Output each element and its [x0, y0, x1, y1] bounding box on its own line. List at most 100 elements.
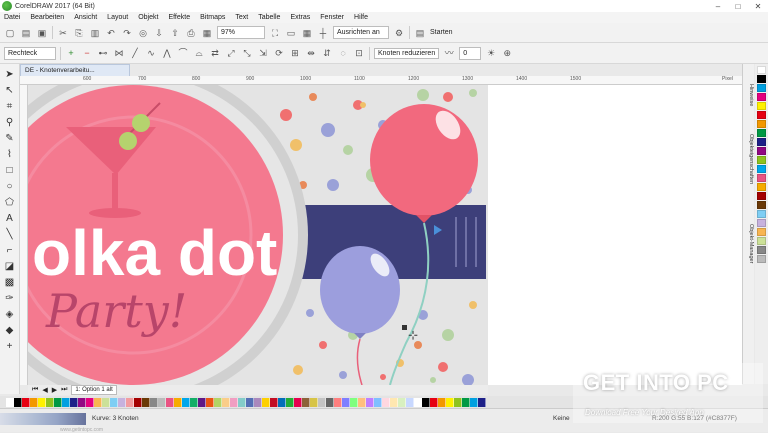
- menu-ansicht[interactable]: Ansicht: [74, 14, 97, 21]
- shape-selection-dropdown[interactable]: Rechteck: [4, 46, 56, 60]
- delete-node-icon[interactable]: −: [81, 47, 93, 59]
- palette-swatch[interactable]: [294, 397, 302, 407]
- artistic-media-icon[interactable]: ⌇: [3, 148, 17, 161]
- to-line-icon[interactable]: ╱: [129, 47, 141, 59]
- palette-swatch[interactable]: [286, 397, 294, 407]
- color-swatch[interactable]: [757, 246, 766, 254]
- palette-swatch[interactable]: [446, 397, 454, 407]
- zoom-tool-icon[interactable]: ⚲: [3, 116, 17, 129]
- palette-swatch[interactable]: [118, 397, 126, 407]
- drop-shadow-icon[interactable]: ◪: [3, 260, 17, 273]
- menu-hilfe[interactable]: Hilfe: [354, 14, 368, 21]
- elastic-mode-icon[interactable]: ◌: [337, 47, 349, 59]
- mirror-horizontal-icon[interactable]: ⇹: [305, 47, 317, 59]
- palette-swatch[interactable]: [150, 397, 158, 407]
- menu-fenster[interactable]: Fenster: [320, 14, 344, 21]
- break-curve-icon[interactable]: ⋈: [113, 47, 125, 59]
- zoom-level-field[interactable]: 97%: [217, 26, 265, 39]
- minimize-button[interactable]: –: [708, 2, 728, 11]
- menu-objekt[interactable]: Objekt: [138, 14, 158, 21]
- node-precision-icon[interactable]: ⊕: [501, 47, 513, 59]
- palette-swatch[interactable]: [166, 397, 174, 407]
- palette-swatch[interactable]: [6, 397, 14, 407]
- menu-text[interactable]: Text: [235, 14, 248, 21]
- palette-swatch[interactable]: [350, 397, 358, 407]
- prev-page-icon[interactable]: ◀: [42, 386, 47, 394]
- color-swatch[interactable]: [757, 120, 766, 128]
- import-icon[interactable]: ⇩: [153, 27, 165, 39]
- color-swatch[interactable]: [757, 102, 766, 110]
- palette-swatch[interactable]: [86, 397, 94, 407]
- palette-swatch[interactable]: [190, 397, 198, 407]
- parallel-dimension-icon[interactable]: ╲: [3, 228, 17, 241]
- pick-tool-icon[interactable]: ➤: [3, 68, 17, 81]
- rotate-nodes-icon[interactable]: ⟳: [273, 47, 285, 59]
- ellipse-tool-icon[interactable]: ○: [3, 180, 17, 193]
- palette-swatch[interactable]: [390, 397, 398, 407]
- vertical-ruler[interactable]: [20, 85, 28, 385]
- color-swatch[interactable]: [757, 75, 766, 83]
- palette-swatch[interactable]: [430, 397, 438, 407]
- gear-icon[interactable]: ⚙: [393, 27, 405, 39]
- menu-datei[interactable]: Datei: [4, 14, 20, 21]
- maximize-button[interactable]: □: [728, 2, 748, 11]
- redo-icon[interactable]: ↷: [121, 27, 133, 39]
- extract-subpath-icon[interactable]: ⤡: [241, 47, 253, 59]
- palette-swatch[interactable]: [134, 397, 142, 407]
- palette-swatch[interactable]: [438, 397, 446, 407]
- color-swatch[interactable]: [757, 84, 766, 92]
- reduce-nodes-button[interactable]: Knoten reduzieren: [374, 47, 440, 59]
- palette-swatch[interactable]: [310, 397, 318, 407]
- color-swatch[interactable]: [757, 165, 766, 173]
- symmetrical-node-icon[interactable]: ⌓: [193, 47, 205, 59]
- palette-swatch[interactable]: [62, 397, 70, 407]
- palette-swatch[interactable]: [30, 397, 38, 407]
- menu-tabelle[interactable]: Tabelle: [258, 14, 280, 21]
- palette-swatch[interactable]: [110, 397, 118, 407]
- palette-swatch[interactable]: [54, 397, 62, 407]
- palette-swatch[interactable]: [22, 397, 30, 407]
- docker-tab-object-manager[interactable]: Objekt-Manager: [744, 224, 754, 263]
- palette-swatch[interactable]: [126, 397, 134, 407]
- slider-icon[interactable]: ☀: [485, 47, 497, 59]
- palette-swatch[interactable]: [198, 397, 206, 407]
- reverse-direction-icon[interactable]: ⇄: [209, 47, 221, 59]
- paste-icon[interactable]: ▥: [89, 27, 101, 39]
- launch-dropdown[interactable]: Starten: [430, 29, 453, 36]
- palette-swatch[interactable]: [46, 397, 54, 407]
- export-icon[interactable]: ⇧: [169, 27, 181, 39]
- menu-layout[interactable]: Layout: [107, 14, 128, 21]
- rectangle-tool-icon[interactable]: □: [3, 164, 17, 177]
- next-page-icon[interactable]: ▶: [52, 386, 57, 394]
- drawing-canvas[interactable]: olka dot Party! ⊹: [28, 85, 742, 385]
- to-curve-icon[interactable]: ∿: [145, 47, 157, 59]
- color-swatch[interactable]: [757, 111, 766, 119]
- color-swatch[interactable]: [757, 156, 766, 164]
- color-swatch[interactable]: [757, 174, 766, 182]
- snap-to-dropdown[interactable]: Ausrichten an: [333, 26, 389, 39]
- polygon-tool-icon[interactable]: ⬠: [3, 196, 17, 209]
- palette-swatch[interactable]: [158, 397, 166, 407]
- palette-swatch[interactable]: [422, 397, 430, 407]
- smart-fill-icon[interactable]: ◆: [3, 324, 17, 337]
- grid-icon[interactable]: ▦: [301, 27, 313, 39]
- palette-swatch[interactable]: [78, 397, 86, 407]
- palette-swatch[interactable]: [230, 397, 238, 407]
- docker-tab-object-properties[interactable]: Objekteigenschaften: [744, 134, 754, 184]
- palette-swatch[interactable]: [318, 397, 326, 407]
- open-icon[interactable]: ▤: [20, 27, 32, 39]
- page-tab[interactable]: 1: Option 1 alt: [71, 385, 117, 395]
- transparency-tool-icon[interactable]: ▩: [3, 276, 17, 289]
- launch-icon[interactable]: ▤: [414, 27, 426, 39]
- last-page-icon[interactable]: ⏭: [61, 386, 67, 394]
- color-swatch[interactable]: [757, 138, 766, 146]
- publish-pdf-icon[interactable]: ▦: [201, 27, 213, 39]
- palette-swatch[interactable]: [102, 397, 110, 407]
- shape-tool-icon[interactable]: ↖: [3, 84, 17, 97]
- color-swatch[interactable]: [757, 192, 766, 200]
- text-tool-icon[interactable]: A: [3, 212, 17, 225]
- extend-curve-icon[interactable]: ⤢: [225, 47, 237, 59]
- palette-swatch[interactable]: [406, 397, 414, 407]
- palette-swatch[interactable]: [246, 397, 254, 407]
- save-icon[interactable]: ▣: [36, 27, 48, 39]
